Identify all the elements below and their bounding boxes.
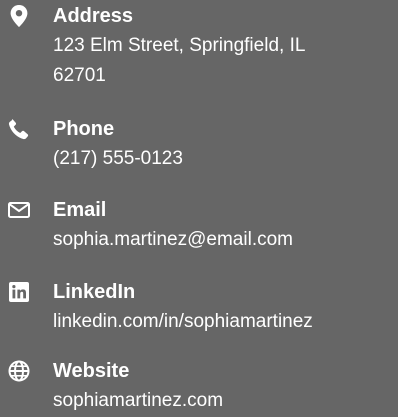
phone-label: Phone [53,118,115,140]
linkedin-icon [8,281,30,303]
address-value-line1: 123 Elm Street, Springfield, IL [53,35,306,56]
phone-link[interactable]: (217) 555-0123 [53,144,393,174]
email-label: Email [53,199,107,221]
linkedin-link[interactable]: linkedin.com/in/sophiamartinez [53,307,393,337]
website-label: Website [53,360,130,382]
envelope-icon [8,199,30,221]
contact-info-list: Address 123 Elm Street, Springfield, IL … [0,0,398,417]
website-link[interactable]: sophiamartinez.com [53,386,393,416]
phone-icon [8,118,30,140]
linkedin-label: LinkedIn [53,281,136,303]
map-marker-icon [8,5,30,27]
email-link[interactable]: sophia.martinez@email.com [53,225,393,255]
address-label: Address [53,5,134,27]
address-value-line2: 62701 [53,65,106,86]
globe-icon [8,360,30,382]
